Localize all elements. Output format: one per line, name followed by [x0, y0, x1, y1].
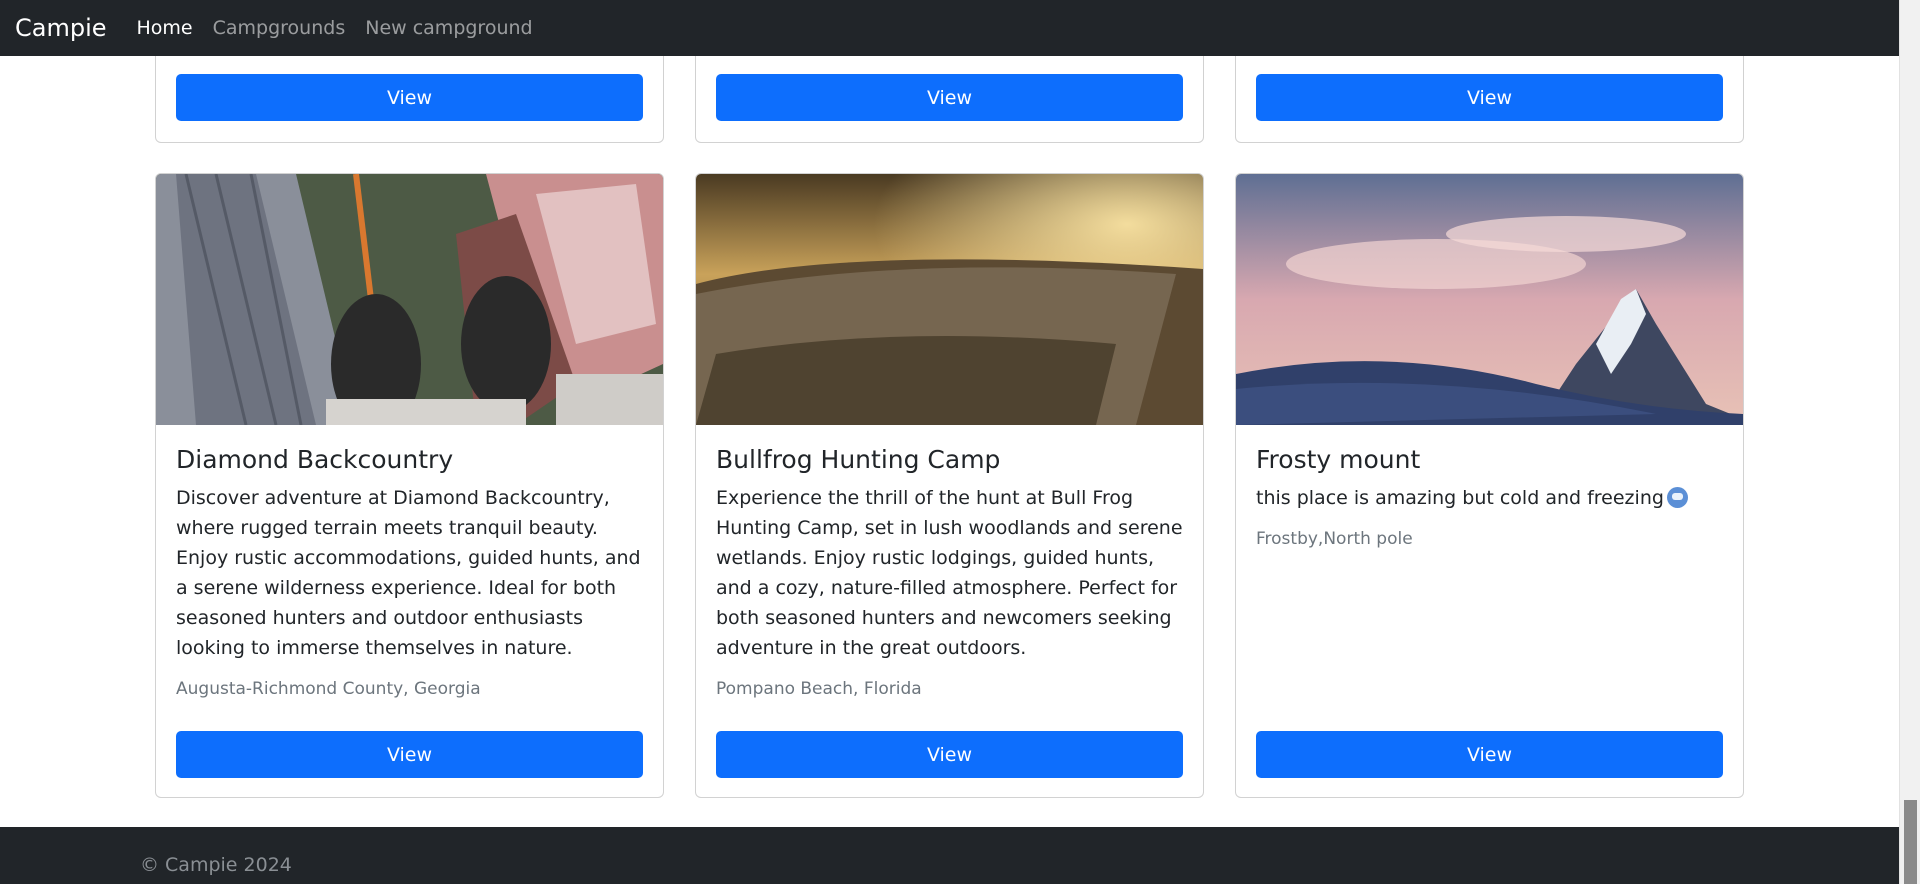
card-description: this place is amazing but cold and freez… [1256, 483, 1723, 513]
scrollbar-thumb[interactable] [1904, 800, 1917, 884]
card-location: Frostby,North pole [1256, 529, 1413, 549]
campground-card: Diamond Backcountry Discover adventure a… [155, 173, 664, 798]
card-description: Experience the thrill of the hunt at Bul… [716, 487, 1183, 659]
card-description-text: this place is amazing but cold and freez… [1256, 487, 1664, 509]
nav-link-campgrounds[interactable]: Campgrounds [213, 17, 346, 39]
footer: © Campie 2024 [0, 827, 1899, 884]
card-body: Bullfrog Hunting Camp Experience the thr… [716, 445, 1183, 699]
campground-image [696, 174, 1203, 425]
view-button[interactable]: View [176, 731, 643, 778]
nav-link-new-campground[interactable]: New campground [365, 17, 532, 39]
view-button[interactable]: View [716, 731, 1183, 778]
page-scrollbar[interactable] [1899, 0, 1920, 884]
campground-image [1236, 174, 1743, 425]
nav-link-home[interactable]: Home [137, 17, 193, 39]
card-location: Augusta-Richmond County, Georgia [176, 679, 481, 699]
card-title: Bullfrog Hunting Camp [716, 445, 1001, 474]
navbar-brand[interactable]: Campie [15, 14, 107, 42]
card-body: Frosty mount this place is amazing but c… [1256, 445, 1723, 549]
campground-card: Bullfrog Hunting Camp Experience the thr… [695, 173, 1204, 798]
cold-face-emoji-icon [1666, 487, 1688, 508]
card-description: Discover adventure at Diamond Backcountr… [176, 487, 641, 659]
card-title: Frosty mount [1256, 445, 1421, 474]
campground-image [156, 174, 663, 425]
campground-card: Frosty mount this place is amazing but c… [1235, 173, 1744, 798]
view-button[interactable]: View [1256, 74, 1723, 121]
navbar: Campie Home Campgrounds New campground [0, 0, 1899, 56]
footer-copyright: © Campie 2024 [140, 854, 292, 876]
view-button[interactable]: View [716, 74, 1183, 121]
view-button[interactable]: View [176, 74, 643, 121]
card-body: Diamond Backcountry Discover adventure a… [176, 445, 643, 699]
card-title: Diamond Backcountry [176, 445, 454, 474]
card-location: Pompano Beach, Florida [716, 679, 922, 699]
view-button[interactable]: View [1256, 731, 1723, 778]
